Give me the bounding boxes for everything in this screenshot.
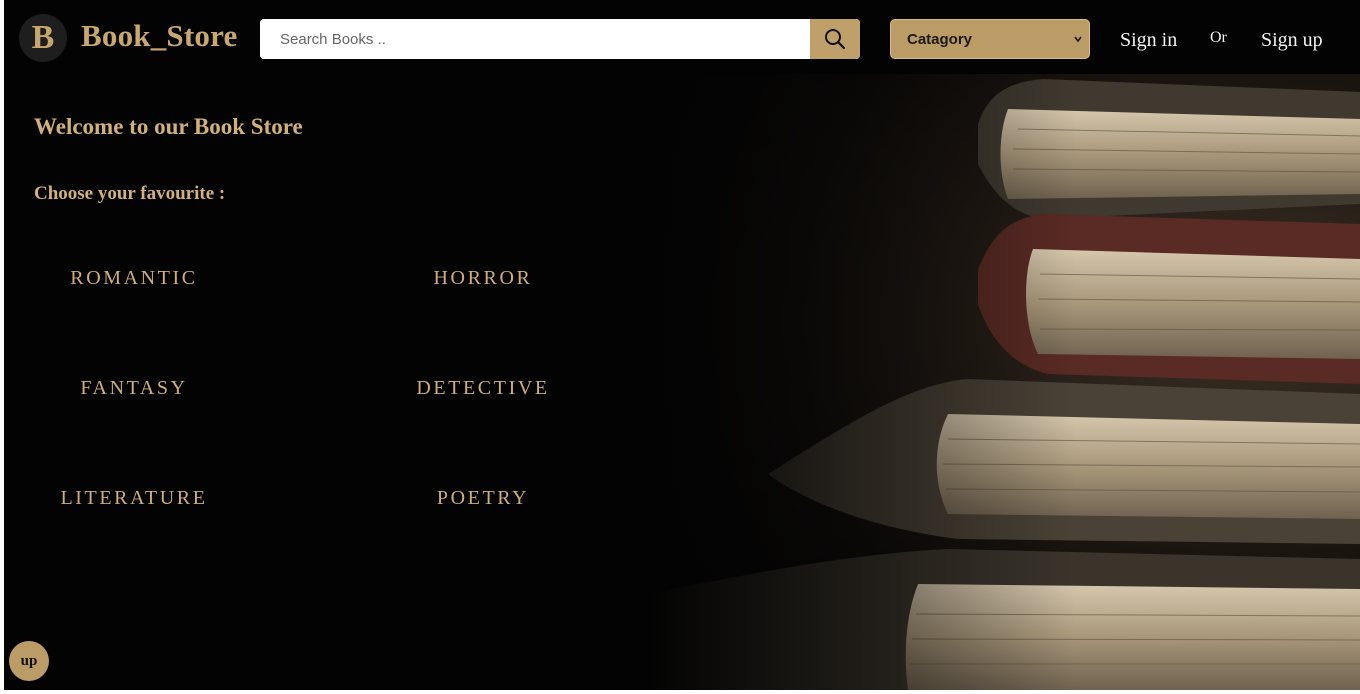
category-literature[interactable]: LITERATURE [4, 487, 264, 510]
search-input[interactable] [260, 19, 810, 59]
header: B Book_Store Catagory Sign in Or Sign up [4, 0, 1360, 74]
category-detective[interactable]: DETECTIVE [353, 377, 613, 400]
choose-subheading: Choose your favourite : [34, 183, 226, 204]
search-bar [260, 19, 860, 59]
search-button[interactable] [810, 19, 860, 59]
book-stack-illustration [648, 74, 1360, 690]
sign-in-link[interactable]: Sign in [1120, 29, 1177, 52]
category-horror[interactable]: HORROR [353, 267, 613, 290]
welcome-heading: Welcome to our Book Store [34, 114, 303, 139]
chevron-down-icon [1074, 36, 1082, 43]
logo-letter: B [31, 19, 55, 56]
scroll-up-button[interactable]: up [9, 641, 49, 681]
brand-title[interactable]: Book_Store [81, 18, 237, 54]
category-select-label: Catagory [907, 30, 973, 48]
category-select[interactable]: Catagory [890, 19, 1090, 59]
books-hero-image [648, 74, 1360, 690]
search-icon [825, 29, 846, 50]
logo-icon[interactable]: B [19, 14, 67, 62]
category-fantasy[interactable]: FANTASY [4, 377, 264, 400]
page: B Book_Store Catagory Sign in Or Sign up… [4, 0, 1360, 690]
category-poetry[interactable]: POETRY [353, 487, 613, 510]
or-separator: Or [1210, 29, 1227, 46]
sign-up-link[interactable]: Sign up [1261, 29, 1323, 52]
category-romantic[interactable]: ROMANTIC [4, 267, 264, 290]
